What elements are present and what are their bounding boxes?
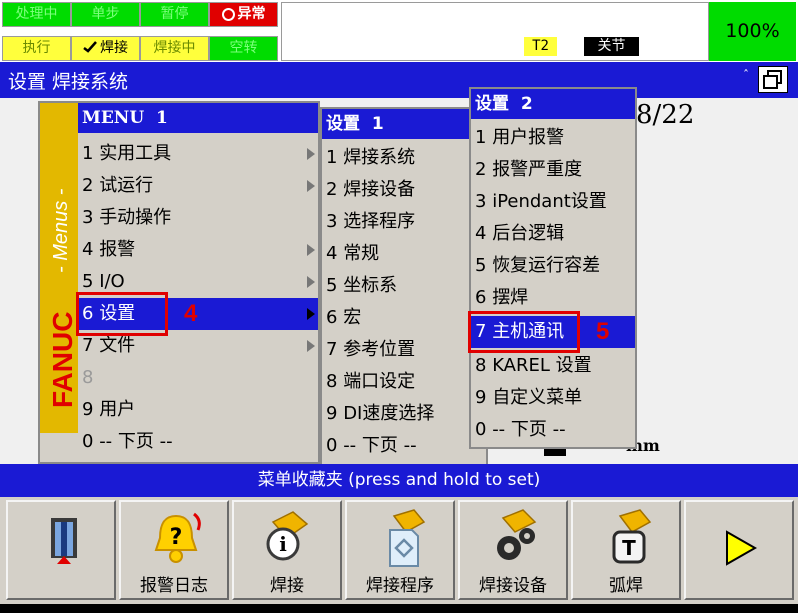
menu-2-item-2[interactable]: 2 焊接设备 — [322, 174, 486, 206]
fanuc-logo: - Menus - FANUC — [47, 188, 78, 408]
menu-2-item-5[interactable]: 5 坐标系 — [322, 270, 486, 302]
status-processing: 处理中 — [2, 2, 71, 27]
menu-3-item-4[interactable]: 4 后台逻辑 — [471, 218, 635, 250]
submenu-arrow-icon — [307, 148, 315, 160]
menu-3-item-8[interactable]: 8 KAREL 设置 — [471, 350, 635, 382]
status-dry-run: 空转 — [209, 36, 278, 61]
fkey-alarm-log[interactable]: ? 报警日志 — [119, 500, 229, 600]
status-fault-label: 异常 — [237, 6, 266, 22]
menu-1-item-1[interactable]: 1 实用工具 — [78, 138, 318, 170]
menu-3-item-2[interactable]: 2 报警严重度 — [471, 154, 635, 186]
menu-1-item-3[interactable]: 3 手动操作 — [78, 202, 318, 234]
fkey-weld-program-label: 焊接程序 — [366, 576, 434, 596]
status-running: 执行 — [2, 36, 71, 61]
svg-text:?: ? — [170, 525, 183, 550]
fkey-weld-program[interactable]: 焊接程序 — [345, 500, 455, 600]
fanuc-brand: FANUC — [47, 312, 78, 408]
highlight-box-step4 — [76, 292, 168, 336]
step-4-label: 4 — [184, 300, 198, 327]
speed-override[interactable]: 100% — [709, 2, 796, 61]
page-title: 设置 焊接系统 — [8, 71, 129, 93]
arc-weld-icon: T — [612, 509, 652, 564]
menu-1-item-8: 8 — [82, 367, 94, 388]
title-bar: 设置 焊接系统 ˆ — [0, 62, 798, 98]
menu-2: 设置 1 1 焊接系统 2 焊接设备 3 选择程序 4 常规 5 坐标系 6 宏… — [320, 107, 488, 467]
fanuc-strip: - Menus - FANUC — [40, 103, 78, 433]
svg-text:T: T — [622, 536, 636, 560]
weld-torch-info-icon: i — [266, 511, 309, 561]
menu-1-item-2[interactable]: 2 试运行 — [78, 170, 318, 202]
status-welding: 焊接中 — [140, 36, 209, 61]
menu-3-header: 设置 2 — [471, 89, 635, 119]
highlight-box-step5 — [468, 311, 580, 353]
submenu-arrow-icon — [307, 340, 315, 352]
fkey-weld-equipment-label: 焊接设备 — [479, 576, 547, 596]
status-message-area — [281, 2, 709, 61]
menu-2-item-7[interactable]: 7 参考位置 — [322, 334, 486, 366]
menu-3-item-5[interactable]: 5 恢复运行容差 — [471, 250, 635, 282]
fkey-weld[interactable]: i 焊接 — [232, 500, 342, 600]
maximize-window-button[interactable] — [758, 66, 788, 93]
submenu-arrow-icon — [307, 276, 315, 288]
fkey-arc-weld-label: 弧焊 — [609, 576, 643, 596]
step-5-label: 5 — [596, 318, 610, 345]
next-arrow-icon — [726, 530, 758, 566]
submenu-arrow-icon — [307, 244, 315, 256]
status-fault: 异常 — [209, 2, 278, 27]
fkey-weld-equipment[interactable]: 焊接设备 — [458, 500, 568, 600]
status-step: 单步 — [71, 2, 140, 27]
fkey-arc-weld[interactable]: T 弧焊 — [571, 500, 681, 600]
svg-text:i: i — [279, 532, 287, 556]
menu-1-item-9[interactable]: 9 用户 — [78, 394, 318, 426]
submenu-arrow-icon — [307, 308, 315, 320]
menu-2-item-3[interactable]: 3 选择程序 — [322, 206, 486, 238]
menu-2-item-4[interactable]: 4 常规 — [322, 238, 486, 270]
bottom-edge — [0, 604, 798, 613]
status-hold: 暂停 — [140, 2, 209, 27]
menu-2-item-6[interactable]: 6 宏 — [322, 302, 486, 334]
door-exit-icon — [51, 518, 77, 564]
page-counter: 8/22 — [636, 100, 695, 130]
fkey-alarm-log-label: 报警日志 — [140, 576, 208, 596]
menu-1-item-4[interactable]: 4 报警 — [78, 234, 318, 266]
menu-favorites-bar[interactable]: 菜单收藏夹 (press and hold to set) — [0, 464, 798, 497]
menu-2-item-8[interactable]: 8 端口设定 — [322, 366, 486, 398]
menu-1: MENU 1 1 实用工具 2 试运行 3 手动操作 4 报警 5 I/O 6 … — [78, 103, 318, 462]
menu-1-header: MENU 1 — [78, 103, 318, 133]
weld-equipment-icon — [497, 509, 537, 560]
menu-3-item-next-page[interactable]: 0 -- 下页 -- — [471, 414, 635, 446]
jog-mode-indicator: 关节 — [584, 37, 639, 56]
menu-1-item-next-page[interactable]: 0 -- 下页 -- — [78, 426, 318, 458]
weld-program-icon — [389, 509, 426, 567]
alarm-log-icon: ? — [154, 512, 201, 563]
menu-2-header: 设置 1 — [322, 109, 486, 139]
menu-2-item-next-page[interactable]: 0 -- 下页 -- — [322, 430, 486, 462]
menu-3-item-1[interactable]: 1 用户报警 — [471, 122, 635, 154]
menu-3-item-6[interactable]: 6 摆焊 — [471, 282, 635, 314]
status-weld-enable: 焊接 — [71, 36, 140, 61]
menu-3-item-9[interactable]: 9 自定义菜单 — [471, 382, 635, 414]
checkmark-icon — [83, 38, 97, 60]
fkey-weld-label: 焊接 — [270, 576, 304, 596]
window-restore-icon — [763, 70, 782, 89]
fkey-next[interactable] — [684, 500, 794, 600]
fault-circle-icon — [221, 8, 235, 21]
tool-frame-indicator: T2 — [524, 37, 557, 56]
menu-2-item-9[interactable]: 9 DI速度选择 — [322, 398, 486, 430]
fkey-exit[interactable] — [6, 500, 116, 600]
menu-2-item-1[interactable]: 1 焊接系统 — [322, 142, 486, 174]
menu-3-item-3[interactable]: 3 iPendant设置 — [471, 186, 635, 218]
submenu-arrow-icon — [307, 180, 315, 192]
status-weld-enable-label: 焊接 — [100, 40, 128, 56]
menus-label: - Menus - — [50, 188, 72, 273]
caret-icon: ˆ — [743, 68, 749, 82]
menu-3: 设置 2 1 用户报警 2 报警严重度 3 iPendant设置 4 后台逻辑 … — [469, 87, 637, 449]
